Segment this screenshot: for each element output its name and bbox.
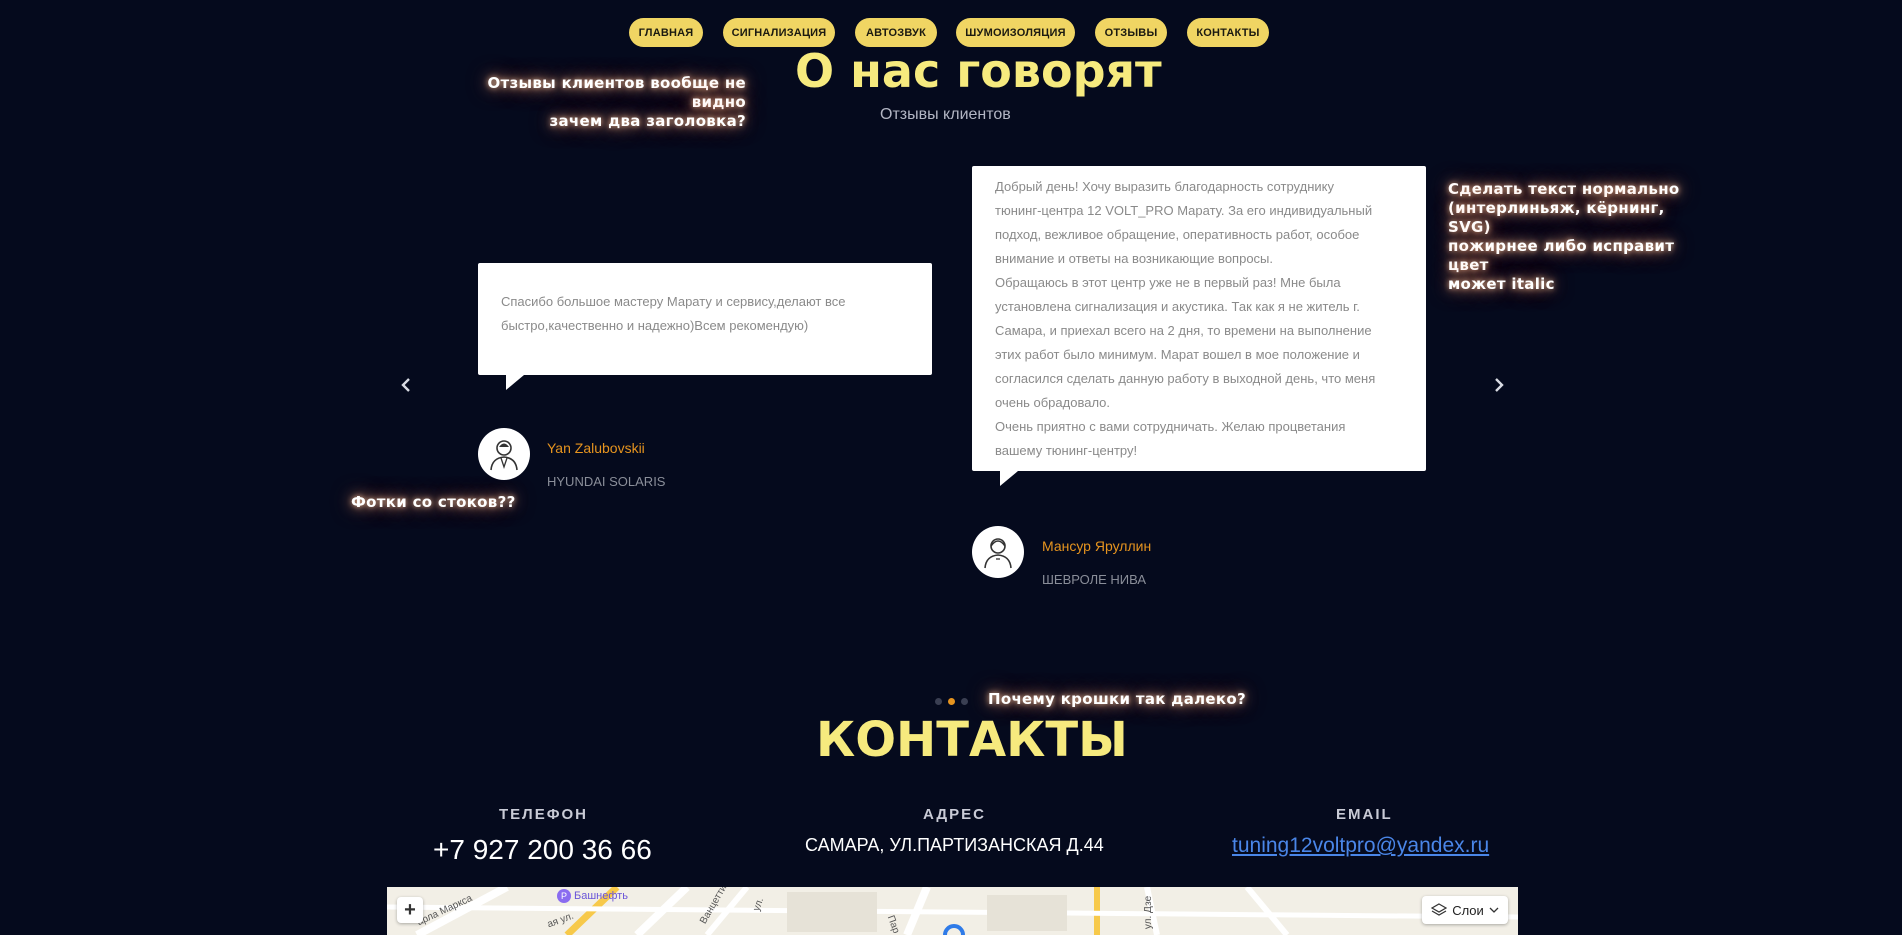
map-layers-button[interactable]: Слои xyxy=(1422,896,1508,924)
review-author-name: Yan Zalubovskii xyxy=(547,440,645,456)
contacts-title: КОНТАКТЫ xyxy=(816,712,1128,768)
nav-item-contacts[interactable]: КОНТАКТЫ xyxy=(1187,18,1269,47)
annotation-stock-photos: Фотки со стоков?? xyxy=(351,493,516,511)
annotation-headers: Отзывы клиентов вообще не видно зачем дв… xyxy=(487,74,746,130)
review-author-car: ШЕВРОЛЕ НИВА xyxy=(1042,572,1147,587)
email-label: EMAIL xyxy=(1336,806,1393,823)
avatar xyxy=(972,526,1024,578)
user-icon xyxy=(490,440,518,471)
carousel-next-button[interactable] xyxy=(1489,375,1509,395)
map-zoom-in-button[interactable]: + xyxy=(397,897,423,923)
map-poi-label: Башнефть xyxy=(574,890,628,902)
review-author-car: HYUNDAI SOLARIS xyxy=(547,474,666,489)
nav-item-home[interactable]: ГЛАВНАЯ xyxy=(629,18,703,47)
reviews-subtitle: Отзывы клиентов xyxy=(880,106,1011,123)
map[interactable]: арла Маркса ая ул. Ванцетти ул. Пар ул. … xyxy=(387,887,1518,935)
address-label: АДРЕС xyxy=(923,806,986,823)
nav-item-audio[interactable]: АВТОЗВУК xyxy=(855,18,937,47)
annotation-text-style: Сделать текст нормально (интерлиньяж, кё… xyxy=(1448,180,1680,293)
carousel-dot-active[interactable] xyxy=(948,698,955,705)
nav-item-soundproofing[interactable]: ШУМОИЗОЛЯЦИЯ xyxy=(956,18,1075,47)
user-icon xyxy=(984,538,1012,569)
carousel-dot[interactable] xyxy=(961,698,968,705)
chevron-right-icon xyxy=(1495,378,1504,392)
review-text: Спасибо большое мастеру Марату и сервису… xyxy=(501,294,846,333)
map-poi[interactable]: P Башнефть xyxy=(557,889,628,903)
carousel-dot[interactable] xyxy=(935,698,942,705)
address-value: САМАРА, УЛ.ПАРТИЗАНСКАЯ Д.44 xyxy=(805,835,1104,855)
avatar xyxy=(478,428,530,480)
review-card: Спасибо большое мастеру Марату и сервису… xyxy=(478,263,932,390)
page: ГЛАВНАЯ СИГНАЛИЗАЦИЯ АВТОЗВУК ШУМОИЗОЛЯЦ… xyxy=(0,0,1902,935)
review-card: Добрый день! Хочу выразить благодарность… xyxy=(972,166,1426,486)
email-link[interactable]: tuning12voltpro@yandex.ru xyxy=(1232,834,1489,858)
nav-item-reviews[interactable]: ОТЗЫВЫ xyxy=(1095,18,1167,47)
map-layers-label: Слои xyxy=(1452,902,1484,918)
carousel-prev-button[interactable] xyxy=(396,375,416,395)
review-author-name: Мансур Яруллин xyxy=(1042,538,1152,554)
nav-item-alarm[interactable]: СИГНАЛИЗАЦИЯ xyxy=(723,18,835,47)
layers-icon xyxy=(1431,903,1448,916)
map-street-label: ул. Дзе xyxy=(1143,895,1155,930)
reviews-title: О нас говорят xyxy=(795,44,1162,98)
review-text: Добрый день! Хочу выразить благодарность… xyxy=(995,179,1376,458)
chevron-left-icon xyxy=(401,378,410,392)
fuel-station-icon: P xyxy=(557,889,571,903)
phone-label: ТЕЛЕФОН xyxy=(499,806,588,823)
chevron-down-icon xyxy=(1489,907,1499,913)
annotation-dots: Почему крошки так далеко? xyxy=(988,690,1246,708)
phone-number[interactable]: +7 927 200 36 66 xyxy=(433,834,652,866)
